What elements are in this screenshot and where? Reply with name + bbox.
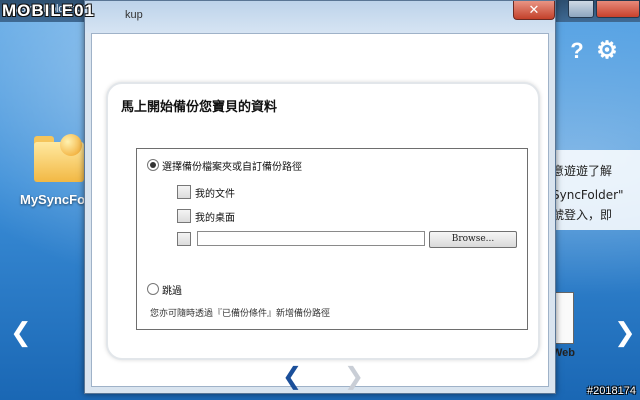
- side-text-line-2: SyncFolder": [552, 188, 624, 202]
- backup-panel: 馬上開始備份您寶貝的資料 選擇備份檔案夾或自訂備份路徑 我的文件 我的桌面 Br…: [106, 82, 540, 360]
- page-title: 馬上開始備份您寶貝的資料: [121, 100, 278, 115]
- watermark-logo: MOBILE01: [2, 1, 96, 20]
- background-window-controls: [566, 0, 640, 18]
- setup-dialog: kup ✕ 馬上開始備份您寶貝的資料 選擇備份檔案夾或自訂備份路徑 我的文件 我…: [84, 0, 556, 394]
- background-left-arrow-icon[interactable]: ❮: [10, 318, 32, 348]
- my-desktop-label[interactable]: 我的桌面: [195, 209, 235, 224]
- dialog-title: kup: [125, 9, 143, 21]
- dialog-body: 馬上開始備份您寶貝的資料 選擇備份檔案夾或自訂備份路徑 我的文件 我的桌面 Br…: [91, 33, 549, 390]
- help-icon[interactable]: ?: [564, 38, 590, 64]
- background-close-button[interactable]: [596, 0, 640, 18]
- folder-icon[interactable]: [30, 134, 90, 184]
- my-documents-checkbox[interactable]: [177, 185, 191, 199]
- backup-note: 您亦可隨時透過『已備份條件』新增備份路徑: [150, 309, 331, 319]
- select-path-radio[interactable]: [147, 159, 159, 171]
- dialog-titlebar: kup ✕: [85, 1, 555, 33]
- custom-path-input[interactable]: [197, 231, 425, 246]
- my-desktop-checkbox[interactable]: [177, 209, 191, 223]
- back-arrow-icon[interactable]: ❮: [282, 362, 302, 390]
- background-right-arrow-icon[interactable]: ❯: [614, 318, 636, 348]
- backup-options-box: 選擇備份檔案夾或自訂備份路徑 我的文件 我的桌面 Browse... 跳過 您亦…: [136, 148, 528, 330]
- background-minimize-button[interactable]: [568, 0, 594, 18]
- side-text-line-1: 意遊遊了解: [552, 164, 613, 178]
- gear-icon[interactable]: ⚙: [594, 38, 620, 64]
- select-path-label[interactable]: 選擇備份檔案夾或自訂備份路徑: [162, 158, 302, 173]
- custom-path-checkbox[interactable]: [177, 232, 191, 246]
- skip-radio[interactable]: [147, 283, 159, 295]
- skip-label[interactable]: 跳過: [162, 282, 182, 297]
- next-arrow-icon[interactable]: ❯: [344, 362, 364, 390]
- side-text-line-3: 號登入，即: [552, 208, 613, 222]
- my-documents-label[interactable]: 我的文件: [195, 185, 235, 200]
- image-code-label: #2018174: [587, 385, 636, 397]
- browse-button[interactable]: Browse...: [429, 231, 517, 248]
- dialog-close-button[interactable]: ✕: [513, 1, 555, 20]
